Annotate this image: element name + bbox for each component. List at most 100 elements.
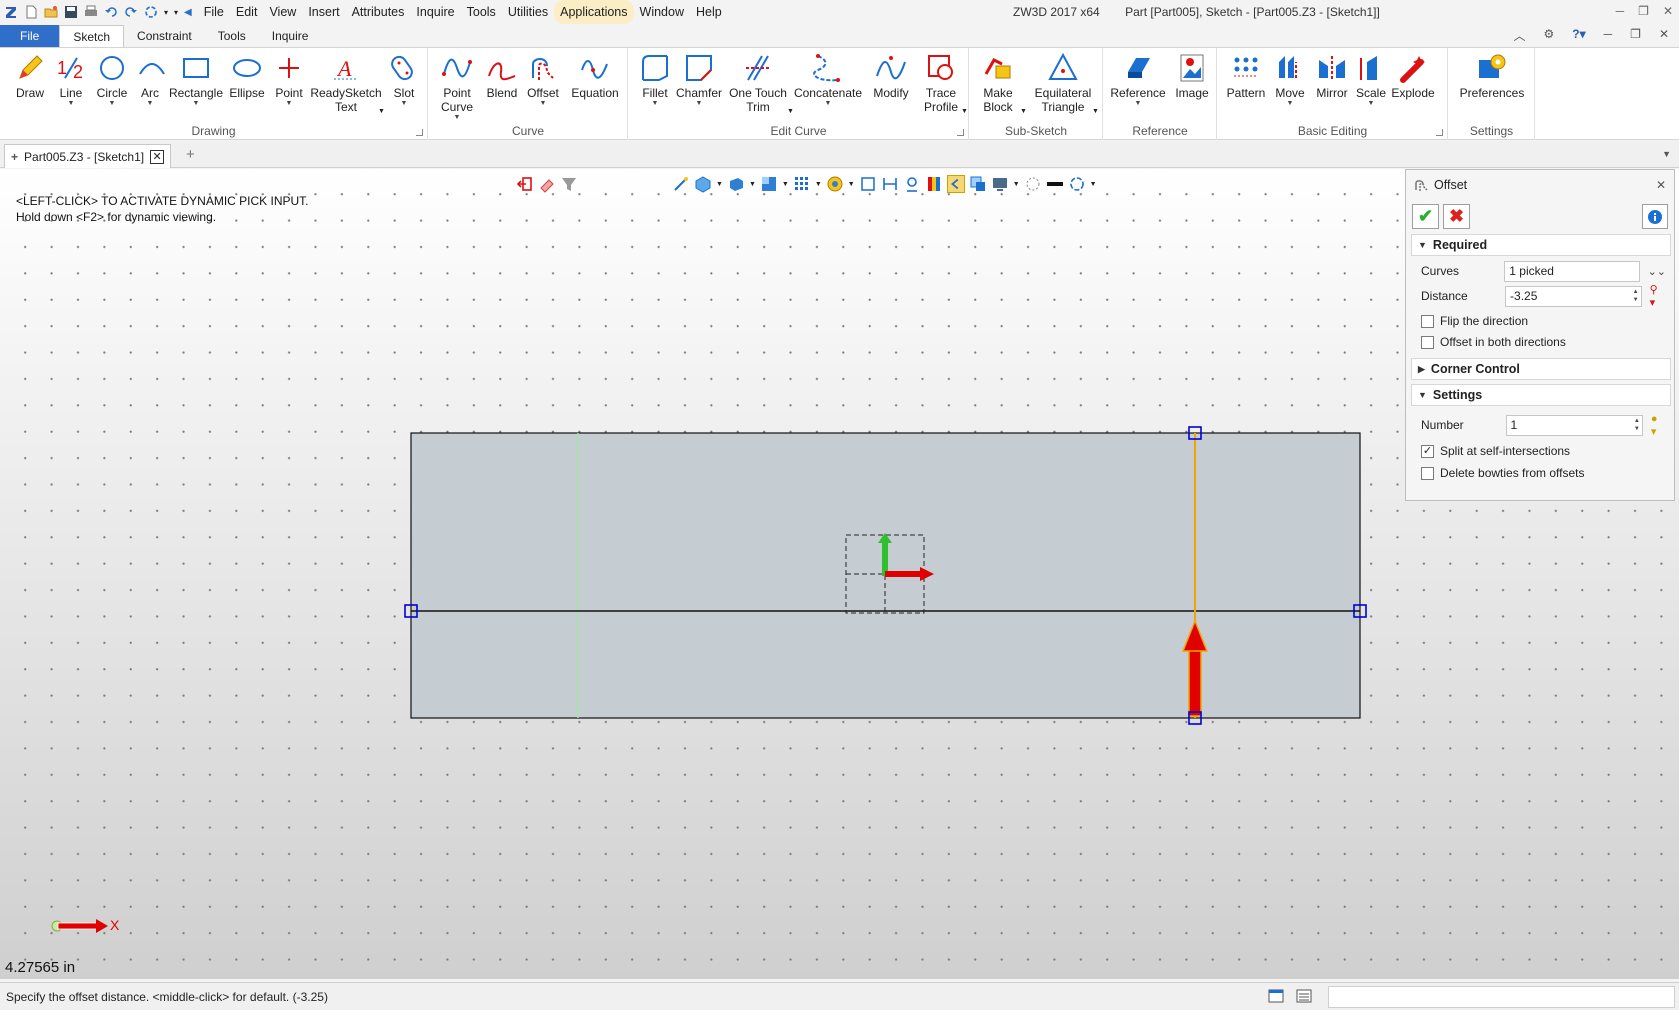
offset-dropdown-icon[interactable]: ▼ bbox=[525, 100, 561, 108]
expand-corner-control-icon[interactable]: ▶ bbox=[1418, 364, 1425, 375]
distance-measure-icon[interactable]: ⚲ ▾ bbox=[1650, 283, 1666, 309]
delete-bowties-checkbox[interactable] bbox=[1421, 466, 1434, 480]
ribbon-close-doc-icon[interactable]: ✕ bbox=[1659, 27, 1669, 44]
arc-button[interactable]: Arc ▼ bbox=[136, 52, 165, 108]
slot-dropdown-icon[interactable]: ▼ bbox=[388, 100, 420, 108]
modify-button[interactable]: Modify bbox=[869, 52, 913, 100]
menu-collapse-icon[interactable]: ◀ bbox=[184, 7, 192, 18]
image-button[interactable]: Image bbox=[1172, 52, 1212, 100]
distance-field[interactable]: -3.25 ▲ ▼ bbox=[1505, 285, 1642, 307]
point-button[interactable]: Point ▼ bbox=[272, 52, 306, 108]
both-directions-checkbox[interactable] bbox=[1421, 335, 1434, 349]
close-tab-icon[interactable]: ✕ bbox=[150, 149, 165, 164]
menu-help[interactable]: Help bbox=[690, 0, 728, 24]
document-tab[interactable]: + Part005.Z3 - [Sketch1] ✕ bbox=[4, 144, 172, 168]
explode-button[interactable]: Explode bbox=[1390, 52, 1436, 100]
menu-inquire[interactable]: Inquire bbox=[410, 0, 460, 24]
minimize-icon[interactable]: ─ bbox=[1616, 4, 1625, 18]
number-field[interactable]: 1 ▲ ▼ bbox=[1505, 414, 1643, 436]
tab-tools[interactable]: Tools bbox=[205, 25, 259, 47]
fillet-button[interactable]: Fillet ▼ bbox=[637, 52, 673, 108]
ribbon-restore-icon[interactable]: ❐ bbox=[1630, 27, 1641, 44]
readysketch-text-button[interactable]: A ReadySketch Text bbox=[310, 52, 382, 114]
scale-button[interactable]: Scale ▼ bbox=[1354, 52, 1388, 108]
number-variable-icon[interactable]: ● ▾ bbox=[1651, 413, 1666, 438]
both-directions-option[interactable]: Offset in both directions bbox=[1421, 335, 1566, 349]
chamfer-dropdown-icon[interactable]: ▼ bbox=[673, 100, 725, 108]
curves-field[interactable]: 1 picked bbox=[1504, 260, 1640, 282]
flip-direction-option[interactable]: Flip the direction bbox=[1421, 314, 1528, 328]
trace-profile-button[interactable]: Trace Profile bbox=[919, 52, 963, 114]
mirror-button[interactable]: Mirror bbox=[1312, 52, 1352, 100]
new-file-icon[interactable] bbox=[24, 5, 38, 19]
ribbon-collapse-icon[interactable]: ︿ bbox=[1514, 27, 1526, 44]
trim-dropdown-icon[interactable]: ▼ bbox=[787, 108, 794, 115]
tab-inquire[interactable]: Inquire bbox=[259, 25, 322, 47]
circle-dropdown-icon[interactable]: ▼ bbox=[94, 100, 130, 108]
distance-spinner-icon[interactable]: ▲ ▼ bbox=[1633, 288, 1639, 304]
line-dropdown-icon[interactable]: ▼ bbox=[54, 100, 88, 108]
cancel-button[interactable]: ✖ bbox=[1443, 204, 1470, 229]
scale-dropdown-icon[interactable]: ▼ bbox=[1354, 100, 1388, 108]
preferences-button[interactable]: Preferences bbox=[1453, 52, 1531, 100]
command-input-field[interactable] bbox=[1328, 986, 1675, 1008]
split-self-intersections-option[interactable]: ✓ Split at self-intersections bbox=[1421, 444, 1570, 458]
help-icon[interactable]: ?▾ bbox=[1572, 27, 1585, 44]
close-dialog-icon[interactable]: ✕ bbox=[1656, 178, 1666, 192]
line-button[interactable]: 12 Line ▼ bbox=[54, 52, 88, 108]
tab-constraint[interactable]: Constraint bbox=[124, 25, 205, 47]
quick-access-more-icon[interactable]: ▾ bbox=[174, 8, 178, 17]
collapse-required-icon[interactable]: ▼ bbox=[1418, 240, 1427, 250]
point-curve-button[interactable]: Point Curve ▼ bbox=[437, 52, 477, 122]
menu-view[interactable]: View bbox=[263, 0, 302, 24]
edit-curve-launcher-icon[interactable] bbox=[957, 129, 964, 136]
pattern-button[interactable]: Pattern bbox=[1224, 52, 1268, 100]
chamfer-button[interactable]: Chamfer ▼ bbox=[673, 52, 725, 108]
open-file-icon[interactable] bbox=[44, 5, 58, 19]
menu-utilities[interactable]: Utilities bbox=[502, 0, 554, 24]
fillet-dropdown-icon[interactable]: ▼ bbox=[637, 100, 673, 108]
menu-edit[interactable]: Edit bbox=[230, 0, 264, 24]
circle-button[interactable]: Circle ▼ bbox=[94, 52, 130, 108]
add-tab-icon[interactable]: + bbox=[186, 146, 195, 163]
restore-icon[interactable]: ❐ bbox=[1638, 4, 1649, 18]
menu-file[interactable]: File bbox=[198, 0, 230, 24]
rebuild-icon[interactable] bbox=[144, 5, 158, 19]
print-icon[interactable] bbox=[84, 5, 98, 19]
menu-insert[interactable]: Insert bbox=[302, 0, 345, 24]
blend-button[interactable]: Blend bbox=[485, 52, 519, 100]
concatenate-button[interactable]: Concatenate ▼ bbox=[793, 52, 863, 108]
move-button[interactable]: Move ▼ bbox=[1272, 52, 1308, 108]
reference-dropdown-icon[interactable]: ▼ bbox=[1110, 100, 1166, 108]
section-required[interactable]: ▼ Required bbox=[1411, 234, 1671, 256]
triangle-dropdown-icon[interactable]: ▼ bbox=[1092, 108, 1099, 115]
trace-dropdown-icon[interactable]: ▼ bbox=[961, 108, 968, 115]
menu-tools[interactable]: Tools bbox=[461, 0, 502, 24]
one-touch-trim-button[interactable]: One Touch Trim bbox=[727, 52, 789, 114]
make-block-dropdown-icon[interactable]: ▼ bbox=[1020, 108, 1027, 115]
split-self-intersections-checkbox[interactable]: ✓ bbox=[1421, 444, 1434, 458]
drawing-launcher-icon[interactable] bbox=[416, 129, 423, 136]
collapse-settings-icon[interactable]: ▼ bbox=[1418, 390, 1427, 400]
tab-sketch[interactable]: Sketch bbox=[59, 25, 125, 47]
move-dropdown-icon[interactable]: ▼ bbox=[1272, 100, 1308, 108]
menu-window[interactable]: Window bbox=[634, 0, 690, 24]
offset-button[interactable]: Offset ▼ bbox=[525, 52, 561, 108]
delete-bowties-option[interactable]: Delete bowties from offsets bbox=[1421, 466, 1585, 480]
reference-button[interactable]: Reference ▼ bbox=[1110, 52, 1166, 108]
save-icon[interactable] bbox=[64, 5, 78, 19]
settings-gear-icon[interactable]: ⚙ bbox=[1544, 27, 1555, 44]
ok-button[interactable]: ✔ bbox=[1412, 204, 1439, 229]
status-list-icon[interactable] bbox=[1296, 989, 1312, 1003]
tab-list-dropdown-icon[interactable]: ▼ bbox=[1662, 149, 1671, 159]
info-button[interactable] bbox=[1642, 204, 1668, 229]
menu-attributes[interactable]: Attributes bbox=[346, 0, 411, 24]
status-window-icon[interactable] bbox=[1268, 989, 1284, 1003]
rectangle-dropdown-icon[interactable]: ▼ bbox=[168, 100, 224, 108]
quick-access-dropdown-icon[interactable]: ▾ bbox=[164, 8, 168, 17]
curves-options-icon[interactable]: ⌄⌄ bbox=[1648, 265, 1666, 278]
equilateral-triangle-button[interactable]: Equilateral Triangle bbox=[1030, 52, 1096, 114]
slot-button[interactable]: Slot ▼ bbox=[388, 52, 420, 108]
arc-dropdown-icon[interactable]: ▼ bbox=[136, 100, 164, 108]
concatenate-dropdown-icon[interactable]: ▼ bbox=[793, 100, 863, 108]
